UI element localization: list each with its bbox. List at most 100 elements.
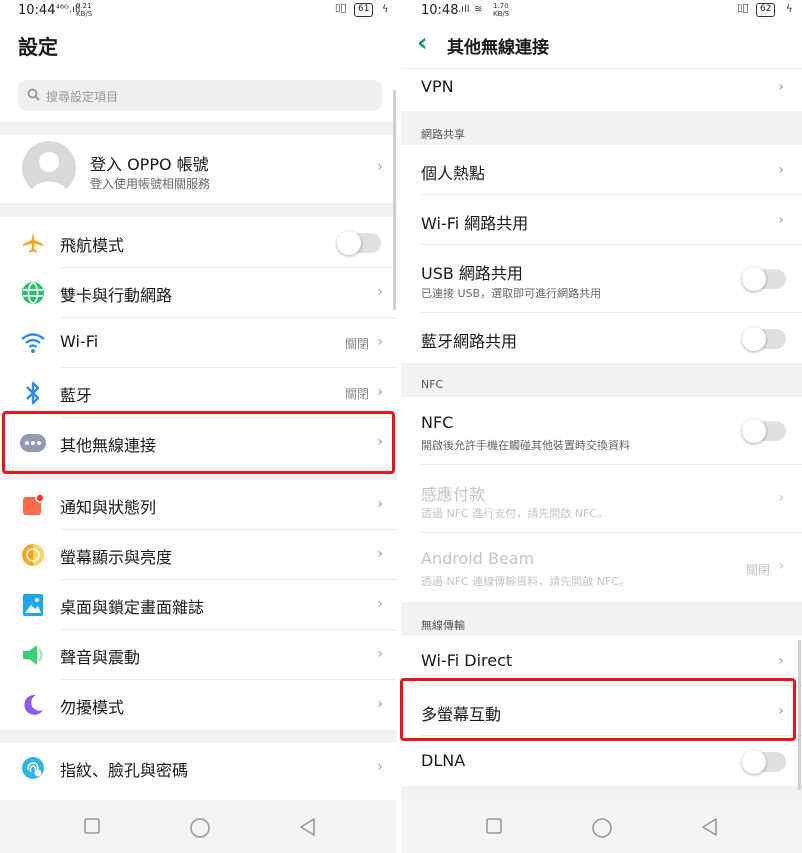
chevron-right-icon: ›: [377, 696, 383, 712]
battery-icon: 62: [756, 3, 776, 17]
section-header-nfc: NFC: [421, 378, 444, 391]
settings-item-nfc[interactable]: NFC 開啟後允許手機在觸碰其他裝置時交換資料: [401, 397, 802, 465]
scrollbar[interactable]: [798, 640, 801, 790]
chevron-right-icon: ›: [377, 496, 383, 512]
net-speed: 1.70 KB/S: [493, 2, 510, 18]
settings-item-sound[interactable]: 聲音與震動 ›: [0, 630, 397, 680]
airplane-icon: [20, 230, 46, 256]
home-icon[interactable]: [189, 817, 211, 839]
fingerprint-icon: [20, 755, 46, 781]
section-header-tethering: 網路共享: [421, 128, 465, 141]
settings-item-wifi[interactable]: Wi-Fi 關閉 ›: [0, 318, 397, 368]
bt-share-toggle[interactable]: [742, 327, 786, 351]
dlna-toggle[interactable]: [742, 750, 786, 774]
chevron-right-icon: ›: [778, 653, 784, 669]
account-row[interactable]: 登入 OPPO 帳號 登入使用帳號相關服務 ›: [0, 135, 397, 203]
wifi-status-icon: ≋: [474, 4, 483, 15]
chevron-right-icon: ›: [377, 596, 383, 612]
navigation-bar: [401, 800, 802, 853]
back-icon[interactable]: [700, 817, 720, 837]
settings-item-hotspot[interactable]: 個人熱點 ›: [401, 145, 802, 195]
settings-item-label: NFC: [421, 413, 454, 432]
chevron-right-icon: ›: [377, 546, 383, 562]
moon-icon: [20, 692, 46, 718]
status-time: 10:44: [18, 3, 56, 18]
settings-item-subtitle: 透過 NFC 進行支付，請先開啟 NFC。: [421, 507, 608, 520]
scrollbar[interactable]: [393, 90, 396, 310]
avatar-person-icon: [30, 152, 68, 195]
account-subtitle: 登入使用帳號相關服務: [90, 177, 211, 191]
home-icon[interactable]: [591, 817, 613, 839]
recent-apps-icon[interactable]: [83, 817, 101, 835]
settings-item-wifi-share[interactable]: Wi-Fi 網路共用 ›: [401, 195, 802, 245]
settings-item-vpn[interactable]: VPN ›: [401, 69, 802, 111]
vibrate-icon: ▯⃫: [737, 3, 749, 14]
app-header: ‹ 其他無線連接: [401, 22, 802, 68]
notification-icon: [20, 492, 46, 518]
globe-icon: [20, 280, 46, 306]
settings-item-label: 螢幕顯示與亮度: [60, 548, 173, 567]
highlight-multiscreen: [400, 678, 796, 741]
settings-item-bt-share[interactable]: 藍牙網路共用: [401, 313, 802, 363]
chevron-right-icon: ›: [377, 159, 383, 175]
chevron-right-icon: ›: [778, 490, 784, 506]
settings-item-airplane[interactable]: 飛航模式: [0, 218, 397, 268]
chevron-right-icon: ›: [377, 334, 383, 350]
charging-icon: ϟ: [382, 4, 389, 15]
chevron-right-icon: ›: [377, 384, 383, 400]
vibrate-icon: ▯⃫: [335, 3, 347, 14]
settings-item-dual-sim[interactable]: 雙卡與行動網路 ›: [0, 268, 397, 318]
speaker-icon: [20, 642, 46, 668]
status-bar: 10:44 ⁴⁶ᴳ.ıll 0.21 KB/S ▯⃫ 61 ϟ: [0, 0, 397, 22]
settings-item-label: 勿擾模式: [60, 698, 125, 717]
usb-share-toggle[interactable]: [742, 267, 786, 291]
back-chevron-icon[interactable]: ‹: [417, 28, 428, 58]
settings-item-label: 藍牙網路共用: [421, 332, 518, 351]
charging-icon: ϟ: [786, 4, 793, 15]
search-input[interactable]: 搜尋設定項目: [18, 80, 382, 111]
nfc-toggle[interactable]: [742, 419, 786, 443]
settings-item-tap-pay: 感應付款 透過 NFC 進行支付，請先開啟 NFC。 ›: [401, 465, 802, 533]
navigation-bar: [0, 800, 397, 853]
settings-item-subtitle: 開啟後允許手機在觸碰其他裝置時交換資料: [421, 439, 630, 452]
settings-item-label: USB 網路共用: [421, 264, 523, 283]
settings-item-label: 感應付款: [421, 485, 486, 504]
chevron-right-icon: ›: [778, 79, 784, 95]
settings-item-label: VPN: [421, 77, 454, 96]
settings-item-label: Wi-Fi Direct: [421, 651, 513, 670]
settings-item-fingerprint[interactable]: 指紋、臉孔與密碼 ›: [0, 743, 397, 793]
brightness-icon: [20, 542, 46, 568]
settings-item-label: 個人熱點: [421, 164, 486, 183]
wifi-status: 關閉: [344, 337, 369, 351]
settings-item-display[interactable]: 螢幕顯示與亮度 ›: [0, 530, 397, 580]
wallpaper-icon: [20, 592, 46, 618]
settings-item-subtitle: 透過 NFC 連線傳輸資料，請先開啟 NFC。: [421, 575, 630, 588]
net-speed: 0.21 KB/S: [76, 2, 93, 18]
highlight-other-wireless: [2, 411, 395, 474]
bluetooth-status: 關閉: [344, 387, 369, 401]
settings-item-subtitle: 已連接 USB，選取即可進行網路共用: [421, 287, 602, 300]
search-placeholder: 搜尋設定項目: [46, 90, 119, 104]
bluetooth-icon: [20, 380, 46, 406]
page-title: 其他無線連接: [447, 38, 549, 58]
page-title: 設定: [18, 35, 58, 59]
chevron-right-icon: ›: [778, 162, 784, 178]
settings-item-usb-share[interactable]: USB 網路共用 已連接 USB，選取即可進行網路共用: [401, 245, 802, 313]
settings-item-label: 通知與狀態列: [60, 498, 157, 517]
settings-item-label: 飛航模式: [60, 236, 125, 255]
settings-item-wallpaper[interactable]: 桌面與鎖定畫面雜誌 ›: [0, 580, 397, 630]
avatar: [22, 141, 76, 195]
settings-item-label: Wi-Fi: [60, 332, 99, 351]
recent-apps-icon[interactable]: [485, 817, 503, 835]
chevron-right-icon: ›: [778, 558, 784, 574]
settings-item-label: 聲音與震動: [60, 648, 141, 667]
battery-icon: 61: [354, 3, 374, 17]
back-icon[interactable]: [298, 817, 318, 837]
settings-item-dlna[interactable]: DLNA: [401, 736, 802, 786]
signal-icon: .ıll: [458, 4, 470, 15]
beam-status: 關閉: [745, 563, 770, 577]
account-title: 登入 OPPO 帳號: [90, 155, 209, 174]
airplane-toggle[interactable]: [337, 231, 381, 255]
settings-item-notifications[interactable]: 通知與狀態列 ›: [0, 480, 397, 530]
settings-item-dnd[interactable]: 勿擾模式 ›: [0, 680, 397, 730]
